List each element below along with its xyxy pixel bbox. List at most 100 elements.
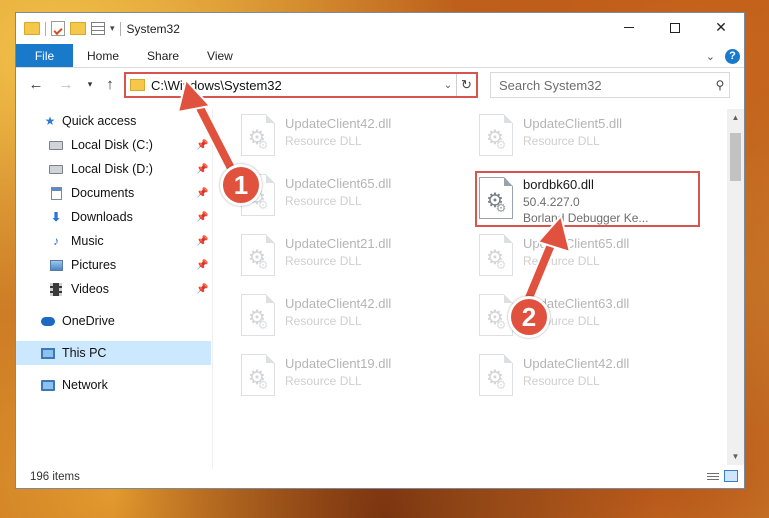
pin-icon[interactable]: 📌 xyxy=(196,236,208,247)
address-bar[interactable]: C:\Windows\System32 ⌄ ↻ xyxy=(124,72,478,98)
sidebar-item-label: This PC xyxy=(62,346,107,360)
sidebar-item-documents[interactable]: Documents 📌 xyxy=(16,181,211,205)
search-input[interactable]: Search System32 xyxy=(499,78,711,93)
vertical-scrollbar[interactable]: ▲ ▼ xyxy=(727,109,744,465)
file-item[interactable]: ⚙ ⚙ UpdateClient19.dll Resource DLL xyxy=(233,349,463,401)
explorer-window: ▾ System32 ✕ File Home Share View ⌄ ? ← … xyxy=(15,12,745,489)
address-path[interactable]: C:\Windows\System32 xyxy=(151,78,440,93)
sidebar-item-label: Downloads xyxy=(71,210,133,224)
downloads-icon: ⬇ xyxy=(50,210,62,224)
sidebar-item-music[interactable]: ♪ Music 📌 xyxy=(16,229,211,253)
file-description: Resource DLL xyxy=(285,374,362,388)
file-item[interactable]: ⚙ ⚙ UpdateClient21.dll Resource DLL xyxy=(233,229,463,281)
dll-file-icon: ⚙⚙ xyxy=(479,354,513,396)
dll-file-icon: ⚙⚙ xyxy=(241,354,275,396)
maximize-button[interactable] xyxy=(652,13,698,42)
window-title: System32 xyxy=(126,21,180,36)
properties-icon[interactable] xyxy=(51,21,65,36)
folder-icon xyxy=(24,22,40,35)
file-item[interactable]: ⚙⚙ UpdateClient65.dll Resource DLL xyxy=(471,229,701,281)
pin-icon[interactable]: 📌 xyxy=(196,212,208,223)
pin-icon[interactable]: 📌 xyxy=(196,188,208,199)
sidebar-item-this-pc[interactable]: This PC xyxy=(16,341,211,365)
address-dropdown-icon[interactable]: ⌄ xyxy=(440,80,456,91)
large-icons-view-icon[interactable] xyxy=(724,470,738,482)
tab-share[interactable]: Share xyxy=(133,44,193,67)
drive-icon xyxy=(49,139,63,152)
file-name: UpdateClient65.dll xyxy=(285,176,392,191)
drive-icon xyxy=(49,163,63,176)
customize-toolbar-icon[interactable]: ▾ xyxy=(110,23,115,34)
ribbon-right: ⌄ ? xyxy=(706,44,740,68)
file-description: Resource DLL xyxy=(285,254,362,268)
sidebar-item-label: OneDrive xyxy=(62,314,115,328)
scroll-down-icon[interactable]: ▼ xyxy=(727,448,744,465)
recent-locations-icon[interactable]: ▾ xyxy=(80,79,100,90)
view-icon[interactable] xyxy=(91,22,105,35)
file-item[interactable]: ⚙ ⚙ UpdateClient5.dll Resource DLL xyxy=(471,109,701,161)
tab-view[interactable]: View xyxy=(193,44,247,67)
sidebar-item-pictures[interactable]: Pictures 📌 xyxy=(16,253,211,277)
scrollbar-thumb[interactable] xyxy=(730,133,741,181)
title-bar: ▾ System32 ✕ xyxy=(16,13,744,44)
close-button[interactable]: ✕ xyxy=(698,13,744,42)
details-view-icon[interactable] xyxy=(706,470,720,482)
file-name: UpdateClient5.dll xyxy=(523,116,623,131)
help-icon[interactable]: ? xyxy=(725,48,740,64)
maximize-icon xyxy=(670,22,680,33)
navigation-pane: ★ Quick access Local Disk (C:) 📌 Local D… xyxy=(16,109,212,464)
minimize-button[interactable] xyxy=(606,13,652,42)
step-1-badge: 1 xyxy=(220,164,262,206)
search-icon[interactable]: ⚲ xyxy=(711,78,729,92)
pin-icon[interactable]: 📌 xyxy=(196,164,208,175)
new-folder-icon[interactable] xyxy=(70,22,86,35)
pin-icon[interactable]: 📌 xyxy=(196,260,208,271)
sidebar-item-local-disk-c[interactable]: Local Disk (C:) 📌 xyxy=(16,133,211,157)
pin-icon[interactable]: 📌 xyxy=(196,140,208,151)
sidebar-item-onedrive[interactable]: OneDrive xyxy=(16,309,211,333)
ribbon-tabs: File Home Share View ⌄ ? xyxy=(16,44,744,68)
sidebar-item-downloads[interactable]: ⬇ Downloads 📌 xyxy=(16,205,211,229)
dll-file-icon: ⚙⚙ xyxy=(241,114,275,156)
expand-ribbon-chevron-icon[interactable]: ⌄ xyxy=(706,50,715,63)
sidebar-item-label: Pictures xyxy=(71,258,117,272)
tab-file[interactable]: File xyxy=(16,44,73,67)
pictures-icon xyxy=(49,259,63,272)
onedrive-icon xyxy=(41,315,55,328)
folder-icon xyxy=(130,79,145,91)
pin-icon[interactable]: 📌 xyxy=(196,284,208,295)
documents-icon xyxy=(49,186,63,200)
search-box[interactable]: Search System32 ⚲ xyxy=(490,72,730,98)
dll-file-icon: ⚙⚙ xyxy=(479,234,513,276)
file-item[interactable]: ⚙⚙ UpdateClient65.dll Resource DLL xyxy=(233,169,463,221)
window-controls: ✕ xyxy=(606,13,744,42)
step-2-badge: 2 xyxy=(508,296,550,338)
status-bar: 196 items xyxy=(16,465,744,489)
sidebar-item-videos[interactable]: Videos 📌 xyxy=(16,277,211,301)
dll-file-icon: ⚙⚙ xyxy=(241,294,275,336)
dll-file-icon: ⚙⚙ xyxy=(241,234,275,276)
sidebar-item-network[interactable]: Network xyxy=(16,373,211,397)
back-button[interactable]: ← xyxy=(26,76,46,93)
file-description: Resource DLL xyxy=(523,374,600,388)
file-item[interactable]: ⚙ ⚙ UpdateClient42.dll Resource DLL xyxy=(233,289,463,341)
up-button[interactable]: ↑ xyxy=(100,76,120,93)
star-icon: ★ xyxy=(44,114,56,128)
sidebar-item-label: Local Disk (D:) xyxy=(71,162,153,176)
file-description: Resource DLL xyxy=(285,314,362,328)
refresh-button[interactable]: ↻ xyxy=(456,74,476,96)
file-description: Resource DLL xyxy=(285,134,362,148)
forward-button[interactable]: → xyxy=(56,76,76,93)
file-item[interactable]: ⚙ ⚙ UpdateClient63.dll Resource DLL xyxy=(471,289,701,341)
scroll-up-icon[interactable]: ▲ xyxy=(727,109,744,126)
sidebar-item-label: Quick access xyxy=(62,114,137,128)
quick-access-toolbar: ▾ xyxy=(16,21,121,36)
tab-home[interactable]: Home xyxy=(73,44,133,67)
file-item[interactable]: ⚙ ⚙ UpdateClient42.dll Resource DLL xyxy=(233,109,463,161)
sidebar-item-quick-access[interactable]: ★ Quick access xyxy=(16,109,211,133)
dll-file-icon: ⚙⚙ xyxy=(479,114,513,156)
minimize-icon xyxy=(624,27,634,28)
file-name: UpdateClient42.dll xyxy=(285,116,392,131)
sidebar-item-local-disk-d[interactable]: Local Disk (D:) 📌 xyxy=(16,157,211,181)
file-item[interactable]: ⚙ ⚙ UpdateClient42.dll Resource DLL xyxy=(471,349,701,401)
